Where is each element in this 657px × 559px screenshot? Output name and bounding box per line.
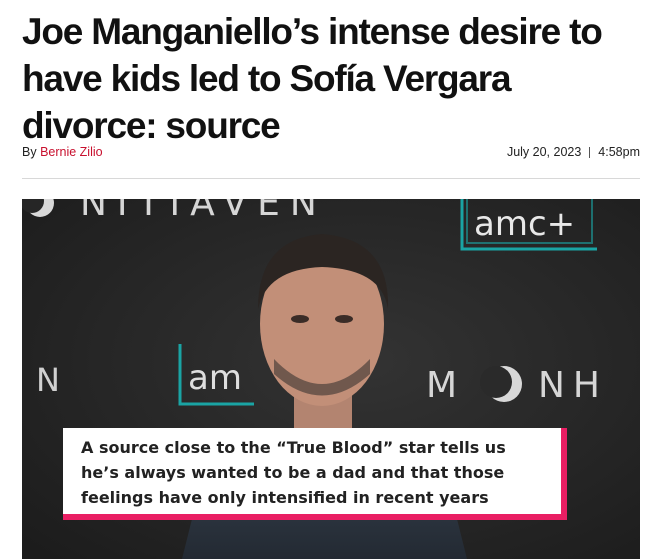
byline-prefix: By — [22, 145, 41, 159]
article-meta: By Bernie Zilio July 20, 2023 4:58pm — [22, 145, 640, 159]
backdrop-text-right-b: NH — [538, 365, 608, 406]
publish-time: 4:58pm — [598, 145, 640, 159]
backdrop-text-right-a: M — [426, 365, 461, 406]
author-link[interactable]: Bernie Zilio — [40, 145, 103, 159]
backdrop-letter-left: N — [36, 361, 60, 399]
video-player[interactable]: NITIAVEN amc+ N am M NH A source close t… — [22, 199, 640, 559]
byline: By Bernie Zilio — [22, 145, 103, 159]
date-separator — [589, 146, 591, 158]
amc-mid-text: am — [188, 358, 242, 398]
amc-brand-text: amc+ — [474, 204, 575, 244]
backdrop-text-top: NITIAVEN — [80, 199, 327, 224]
dateline: July 20, 2023 4:58pm — [507, 145, 640, 159]
header-divider — [22, 178, 640, 179]
article-headline: Joe Manganiello’s intense desire to have… — [22, 11, 603, 146]
publish-date: July 20, 2023 — [506, 145, 582, 159]
video-caption: A source close to the “True Blood” star … — [63, 428, 567, 520]
